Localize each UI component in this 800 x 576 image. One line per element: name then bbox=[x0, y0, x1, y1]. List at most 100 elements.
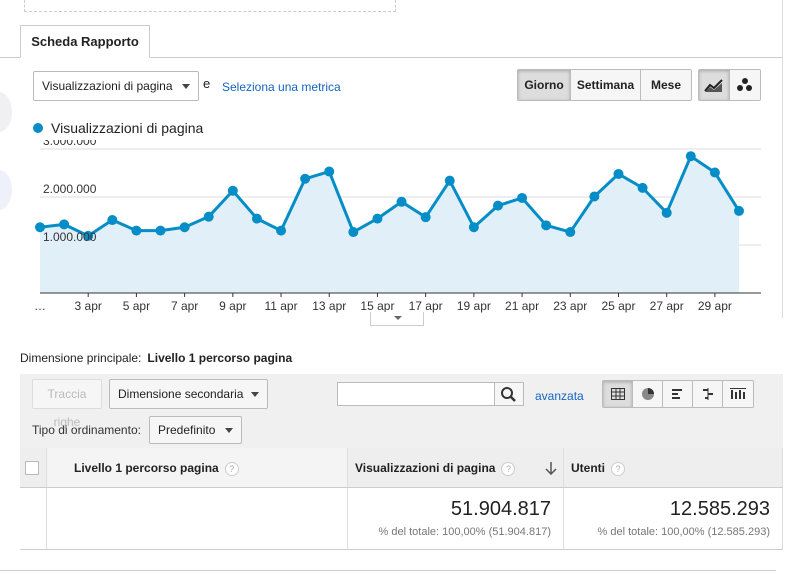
granularity-month-button[interactable]: Mese bbox=[641, 70, 691, 100]
x-tick-label: 25 apr bbox=[601, 299, 635, 313]
legend-dot-icon bbox=[33, 123, 43, 133]
granularity-toggle: Giorno Settimana Mese bbox=[517, 69, 692, 101]
chevron-down-icon bbox=[394, 316, 402, 320]
totals-row-dimension-cell bbox=[47, 488, 348, 550]
data-point bbox=[300, 173, 311, 184]
data-point bbox=[468, 222, 479, 233]
metric-connector: e bbox=[203, 76, 211, 91]
data-point bbox=[251, 213, 262, 224]
series-area bbox=[40, 156, 739, 293]
sort-type-value: Predefinito bbox=[158, 423, 216, 437]
x-tick-label: 15 apr bbox=[360, 299, 394, 313]
total-percentage: % del totale: 100,00% (51.904.817) bbox=[378, 526, 551, 538]
side-decor-circle bbox=[0, 92, 12, 132]
totals-cell-users: 12.585.293 % del totale: 100,00% (12.585… bbox=[564, 488, 783, 550]
x-tick-label: 5 apr bbox=[123, 299, 150, 313]
column-header-label: Visualizzazioni di pagina bbox=[355, 461, 496, 475]
data-point bbox=[372, 213, 383, 224]
x-tick-label: … bbox=[34, 299, 46, 313]
totals-cell-pageviews: 51.904.817 % del totale: 100,00% (51.904… bbox=[348, 488, 564, 550]
data-point bbox=[492, 200, 503, 211]
data-point bbox=[324, 166, 335, 177]
advanced-filter-link[interactable]: avanzata bbox=[535, 389, 584, 403]
x-tick-label: 3 apr bbox=[75, 299, 102, 313]
data-point bbox=[734, 205, 744, 216]
help-icon[interactable]: ? bbox=[501, 461, 516, 476]
page-divider bbox=[0, 570, 776, 571]
data-point bbox=[107, 215, 118, 226]
chevron-down-icon bbox=[225, 428, 233, 433]
sort-type-label: Tipo di ordinamento: bbox=[32, 423, 141, 437]
column-header-users[interactable]: Utenti? bbox=[564, 448, 783, 488]
data-point bbox=[203, 211, 214, 222]
data-point bbox=[155, 225, 166, 236]
pageviews-chart: 3.000.000 2.000.000 1.000.000 … 3 apr 5 apr 7 … bbox=[34, 140, 761, 313]
performance-view-icon[interactable] bbox=[663, 381, 693, 407]
primary-dimension-label: Dimensione principale: bbox=[20, 351, 142, 365]
data-point bbox=[396, 196, 407, 207]
data-point bbox=[661, 207, 672, 218]
chart-expander[interactable] bbox=[370, 312, 424, 326]
tab-report[interactable]: Scheda Rapporto bbox=[20, 25, 150, 58]
x-tick-label: 23 apr bbox=[553, 299, 587, 313]
column-header-label: Utenti bbox=[571, 461, 605, 475]
column-header-dimension[interactable]: Livello 1 percorso pagina? bbox=[47, 448, 348, 488]
x-tick-label: 19 apr bbox=[457, 299, 491, 313]
x-tick-label: 21 apr bbox=[505, 299, 539, 313]
metric-select-value: Visualizzazioni di pagina bbox=[42, 79, 173, 93]
data-point bbox=[613, 168, 624, 179]
chart-type-toggle bbox=[698, 69, 761, 101]
x-tick-label: 17 apr bbox=[409, 299, 443, 313]
select-all-checkbox[interactable] bbox=[25, 461, 39, 475]
table-search-input[interactable] bbox=[337, 382, 495, 406]
data-point bbox=[565, 227, 576, 238]
search-button[interactable] bbox=[494, 382, 524, 406]
chevron-down-icon bbox=[182, 84, 190, 89]
table-view-toggle bbox=[602, 380, 754, 408]
data-point bbox=[131, 225, 142, 236]
select-metric-link[interactable]: Seleziona una metrica bbox=[222, 80, 341, 94]
table-view-icon[interactable] bbox=[603, 381, 633, 407]
help-icon[interactable]: ? bbox=[611, 461, 625, 476]
motion-chart-icon[interactable] bbox=[730, 70, 760, 100]
secondary-dimension-label: Dimensione secondaria bbox=[118, 387, 244, 401]
x-tick-label: 9 apr bbox=[219, 299, 246, 313]
metric-select[interactable]: Visualizzazioni di pagina bbox=[33, 71, 199, 101]
primary-dimension: Dimensione principale: Livello 1 percorso… bbox=[20, 351, 292, 365]
y-tick-label: 1.000.000 bbox=[43, 230, 97, 244]
total-percentage: % del totale: 100,00% (12.585.293) bbox=[597, 526, 770, 538]
legend-label: Visualizzazioni di pagina bbox=[51, 120, 204, 136]
chevron-down-icon bbox=[251, 392, 259, 397]
data-point bbox=[685, 151, 696, 162]
granularity-day-button[interactable]: Giorno bbox=[518, 70, 571, 100]
help-icon[interactable]: ? bbox=[224, 461, 239, 476]
data-point bbox=[637, 182, 648, 193]
pivot-view-icon[interactable] bbox=[723, 381, 753, 407]
granularity-week-button[interactable]: Settimana bbox=[571, 70, 641, 100]
x-tick-label: 13 apr bbox=[312, 299, 346, 313]
x-tick-label: 27 apr bbox=[650, 299, 684, 313]
column-header-pageviews[interactable]: Visualizzazioni di pagina? bbox=[348, 448, 564, 488]
line-chart-icon[interactable] bbox=[699, 70, 731, 100]
data-point bbox=[709, 167, 720, 178]
data-point bbox=[589, 191, 600, 202]
comparison-view-icon[interactable] bbox=[693, 381, 723, 407]
y-tick-label: 3.000.000 bbox=[43, 140, 97, 148]
data-point bbox=[420, 212, 431, 223]
x-tick-label: 11 apr bbox=[264, 299, 297, 313]
x-tick-label: 7 apr bbox=[171, 299, 198, 313]
column-header-label: Livello 1 percorso pagina bbox=[74, 461, 219, 475]
total-value: 51.904.817 bbox=[450, 498, 551, 520]
data-point bbox=[276, 225, 287, 236]
chart-legend: Visualizzazioni di pagina bbox=[33, 120, 203, 136]
sort-type-select[interactable]: Predefinito bbox=[149, 416, 242, 444]
data-table: Livello 1 percorso pagina? Visualizzazio… bbox=[20, 448, 783, 550]
primary-dimension-value[interactable]: Livello 1 percorso pagina bbox=[147, 351, 292, 365]
search-icon bbox=[501, 387, 516, 402]
plot-rows-button: Traccia righe bbox=[32, 379, 102, 429]
secondary-dimension-select[interactable]: Dimensione secondaria bbox=[109, 379, 268, 409]
data-point bbox=[227, 185, 238, 196]
top-placeholder-box bbox=[24, 0, 396, 12]
pie-view-icon[interactable] bbox=[633, 381, 663, 407]
total-value: 12.585.293 bbox=[669, 498, 770, 520]
